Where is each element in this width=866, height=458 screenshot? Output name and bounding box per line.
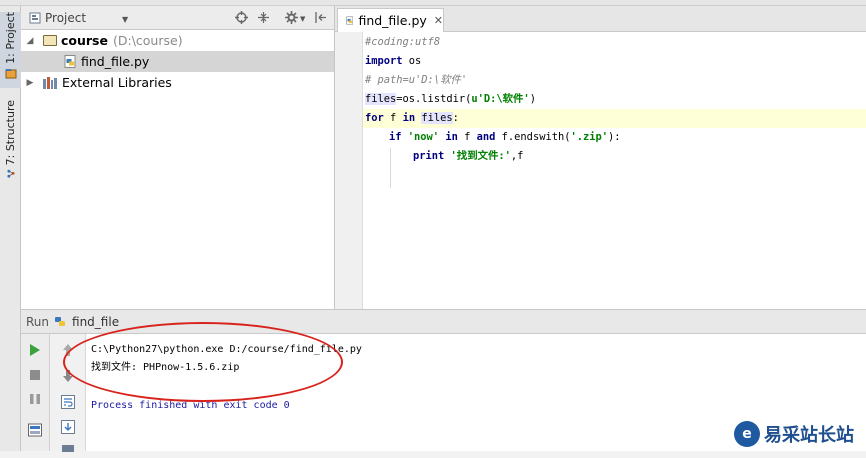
run-label: Run xyxy=(26,314,50,329)
expand-arrow-icon[interactable]: ▶ xyxy=(23,78,37,88)
gear-icon[interactable] xyxy=(285,11,298,24)
tab-label: find_file.py xyxy=(358,13,427,28)
collapse-all-icon[interactable] xyxy=(257,11,270,24)
code-variable: files xyxy=(421,112,453,124)
code-text: =os.listdir( xyxy=(396,93,472,105)
editor-tab-bar: find_file.py ✕ xyxy=(335,6,866,32)
project-panel-title: Project xyxy=(45,10,87,25)
structure-icon xyxy=(6,170,15,178)
editor-gutter xyxy=(335,32,363,309)
code-text: ,f xyxy=(510,150,524,162)
code-comment: # path=u'D:\软件' xyxy=(365,74,468,86)
code-keyword: if xyxy=(389,131,402,143)
pause-icon[interactable] xyxy=(27,391,43,407)
locate-icon[interactable] xyxy=(235,11,248,24)
python-file-icon xyxy=(64,55,76,68)
indent-guide xyxy=(390,148,391,188)
code-editor: find_file.py ✕ #coding:utf8 import os # … xyxy=(335,6,866,309)
code-text: f xyxy=(383,112,403,124)
code-comment: #coding:utf8 xyxy=(365,36,441,48)
watermark-logo-icon: e xyxy=(734,421,760,447)
folder-icon xyxy=(43,35,57,46)
code-line: # path=u'D:\软件' xyxy=(363,71,866,90)
code-string: '.zip' xyxy=(570,131,609,143)
gear-dropdown-icon[interactable]: ▼ xyxy=(300,13,305,26)
project-tool-tab-label: 1: Project xyxy=(4,12,17,64)
code-line: files=os.listdir(u'D:\软件') xyxy=(363,90,866,109)
python-config-icon xyxy=(55,317,66,326)
run-config-name[interactable]: find_file xyxy=(72,315,119,329)
tree-row-find-file[interactable]: find_file.py xyxy=(21,51,334,72)
code-variable: files xyxy=(365,93,397,105)
code-string: u'D:\软件' xyxy=(471,93,530,105)
soft-wrap-icon[interactable] xyxy=(60,394,76,410)
external-libraries-label: External Libraries xyxy=(62,75,172,90)
project-root-name: course xyxy=(61,33,108,48)
watermark-text: 易采站长站 xyxy=(764,425,854,446)
stop-icon[interactable] xyxy=(27,367,43,383)
tab-find-file[interactable]: find_file.py ✕ xyxy=(337,8,444,32)
code-line: if 'now' in f and f.endswith('.zip'): xyxy=(363,128,866,147)
code-text: ): xyxy=(608,131,621,143)
project-tool-tab[interactable]: 1: Project xyxy=(0,12,21,88)
chevron-down-icon[interactable]: ▼ xyxy=(122,13,128,26)
code-text: f.endswith( xyxy=(495,131,571,143)
tree-row-course[interactable]: ◢ course (D:\course) xyxy=(21,30,334,51)
python-file-icon xyxy=(346,16,354,25)
code-keyword: in xyxy=(402,112,416,124)
project-root-path: (D:\course) xyxy=(112,33,183,48)
tree-row-external-libraries[interactable]: ▶ External Libraries xyxy=(21,72,334,93)
watermark: e 易采站长站 xyxy=(730,417,866,451)
run-icon[interactable] xyxy=(27,342,43,358)
code-text: : xyxy=(452,112,459,124)
run-toolbar-primary xyxy=(21,334,50,451)
scroll-to-end-icon[interactable] xyxy=(60,419,76,435)
code-text: os xyxy=(402,55,422,67)
code-line: #coding:utf8 xyxy=(363,33,866,52)
code-string: '找到文件:' xyxy=(450,150,511,162)
project-view-icon xyxy=(29,12,41,23)
hide-panel-icon[interactable] xyxy=(314,11,327,24)
close-icon[interactable]: ✕ xyxy=(434,14,443,27)
code-keyword: import xyxy=(365,55,403,67)
code-string: 'now' xyxy=(407,131,440,143)
code-text: f xyxy=(457,131,477,143)
left-tool-strip: 1: Project 7: Structure xyxy=(0,6,21,451)
code-keyword: and xyxy=(476,131,496,143)
layout-icon[interactable] xyxy=(27,422,43,438)
code-line: import os xyxy=(363,52,866,71)
code-line: print '找到文件:',f xyxy=(363,147,866,166)
code-keyword: in xyxy=(445,131,458,143)
project-panel-header: Project ▼ ▼ xyxy=(21,6,334,30)
file-name: find_file.py xyxy=(81,54,150,69)
annotation-ellipse xyxy=(63,322,343,402)
expand-arrow-icon[interactable]: ◢ xyxy=(23,36,37,46)
code-keyword: for xyxy=(365,112,384,124)
project-panel: Project ▼ ▼ ◢ course (D:\course) find_fi… xyxy=(21,6,335,309)
structure-tool-tab[interactable]: 7: Structure xyxy=(0,100,21,180)
print-icon[interactable] xyxy=(60,442,76,458)
code-keyword: print xyxy=(413,150,445,162)
libraries-icon xyxy=(43,76,57,89)
code-text: ) xyxy=(529,93,536,105)
structure-tool-tab-label: 7: Structure xyxy=(4,100,17,166)
project-icon xyxy=(5,68,16,79)
code-line-current: for f in files: xyxy=(363,109,866,128)
code-area[interactable]: #coding:utf8 import os # path=u'D:\软件' f… xyxy=(363,33,866,309)
